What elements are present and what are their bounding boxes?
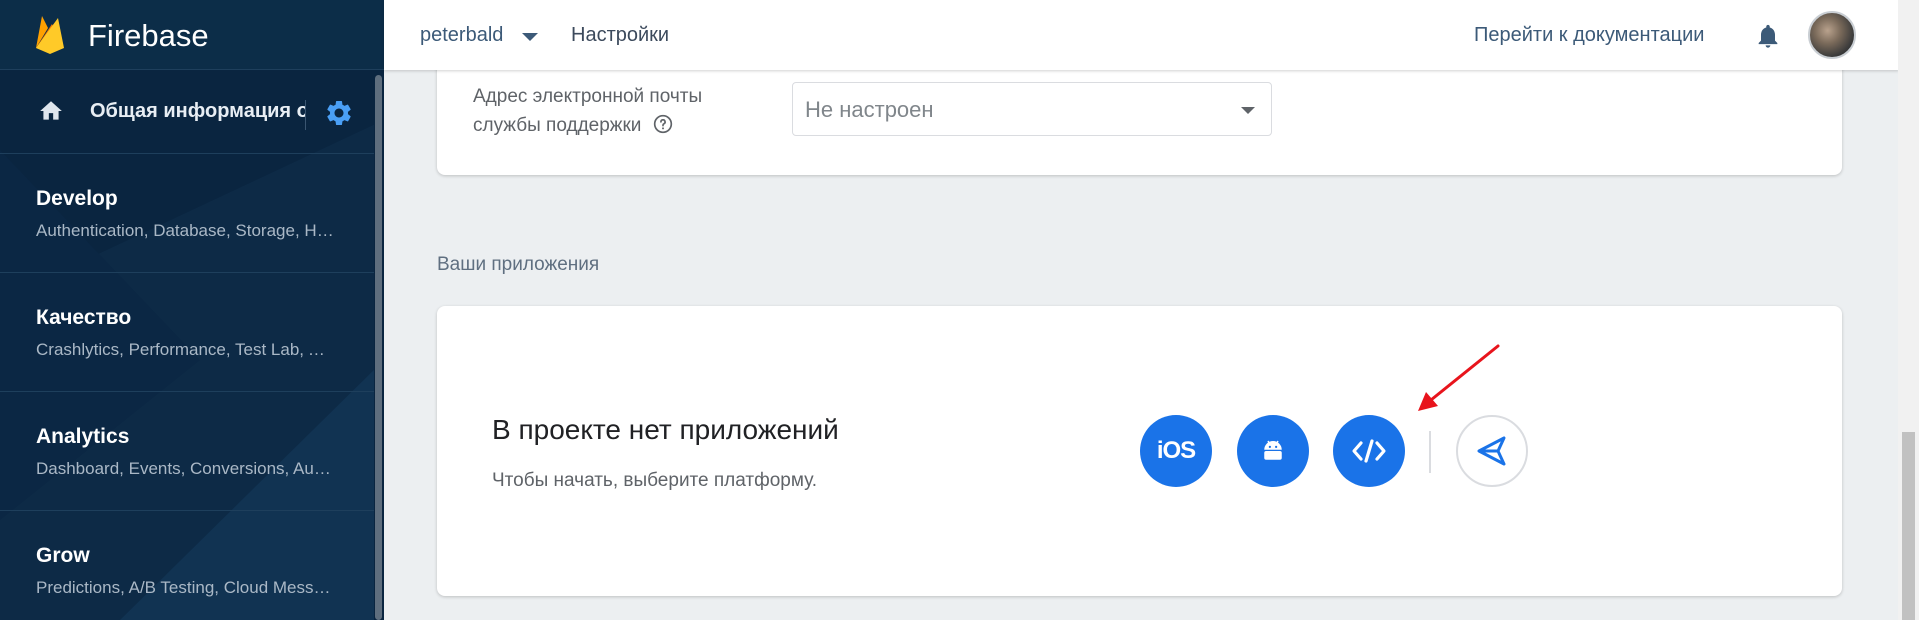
support-email-label: Адрес электронной почты службы поддержки: [473, 82, 753, 140]
top-bar: peterbald Настройки Перейти к документац…: [384, 0, 1899, 70]
avatar[interactable]: [1808, 11, 1856, 59]
divider: [305, 100, 306, 130]
unity-icon: [1477, 436, 1506, 466]
add-web-app-button[interactable]: [1333, 415, 1405, 487]
gear-icon[interactable]: [324, 98, 354, 128]
empty-state-title: В проекте нет приложений: [492, 414, 839, 445]
page-title: Настройки: [571, 24, 670, 46]
page-scrollbar-thumb[interactable]: [1902, 432, 1915, 620]
sidebar-scrollbar[interactable]: [374, 70, 384, 620]
help-icon[interactable]: [653, 114, 673, 134]
add-unity-app-button[interactable]: [1456, 415, 1528, 487]
support-settings-card: Адрес электронной почты службы поддержки…: [437, 60, 1842, 175]
apps-section-heading: Ваши приложения: [437, 254, 600, 275]
chevron-down-icon[interactable]: [522, 33, 538, 41]
sidebar: Firebase Общая информация о проекте Deve…: [0, 0, 384, 620]
project-overview-item[interactable]: Общая информация о проекте: [0, 70, 374, 154]
ios-icon: iOS: [1156, 437, 1196, 464]
sidebar-item-subtitle: Predictions, A/B Testing, Cloud Messagin…: [36, 578, 336, 597]
sidebar-item-title: Качество: [36, 306, 132, 329]
sidebar-scrollbar-thumb[interactable]: [375, 75, 382, 620]
docs-link[interactable]: Перейти к документации: [1474, 24, 1704, 47]
project-overview-label: Общая информация о проекте: [90, 100, 306, 122]
sidebar-item-title: Develop: [36, 187, 118, 210]
project-selector[interactable]: peterbald: [420, 24, 503, 47]
code-icon: [1352, 439, 1386, 463]
sidebar-item-develop[interactable]: Develop Authentication, Database, Storag…: [0, 155, 374, 273]
sidebar-item-quality[interactable]: Качество Crashlytics, Performance, Test …: [0, 274, 374, 392]
platform-divider: [1429, 431, 1431, 473]
android-icon: [1264, 440, 1282, 460]
empty-state-subtitle: Чтобы начать, выберите платформу.: [492, 470, 818, 491]
support-email-select[interactable]: Не настроен: [792, 82, 1272, 136]
bell-icon[interactable]: [1754, 20, 1782, 52]
brand-header[interactable]: Firebase: [0, 0, 384, 70]
home-icon: [40, 101, 62, 120]
sidebar-item-subtitle: Authentication, Database, Storage, Hosti…: [36, 221, 336, 240]
sidebar-item-title: Analytics: [36, 425, 130, 448]
support-email-value: Не настроен: [805, 97, 934, 122]
apps-card: В проекте нет приложений Чтобы начать, в…: [437, 306, 1842, 596]
page-scrollbar[interactable]: [1898, 0, 1919, 620]
sidebar-item-title: Grow: [36, 544, 90, 567]
add-ios-app-button[interactable]: iOS: [1140, 415, 1212, 487]
sidebar-item-subtitle: Dashboard, Events, Conversions, Audience…: [36, 459, 336, 478]
sidebar-item-subtitle: Crashlytics, Performance, Test Lab, App …: [36, 340, 336, 359]
sidebar-item-analytics[interactable]: Analytics Dashboard, Events, Conversions…: [0, 393, 374, 511]
app-name: Firebase: [88, 18, 209, 53]
firebase-logo-icon: [36, 16, 64, 54]
sidebar-item-grow[interactable]: Grow Predictions, A/B Testing, Cloud Mes…: [0, 512, 374, 620]
chevron-down-icon: [1241, 107, 1255, 114]
add-android-app-button[interactable]: [1237, 415, 1309, 487]
